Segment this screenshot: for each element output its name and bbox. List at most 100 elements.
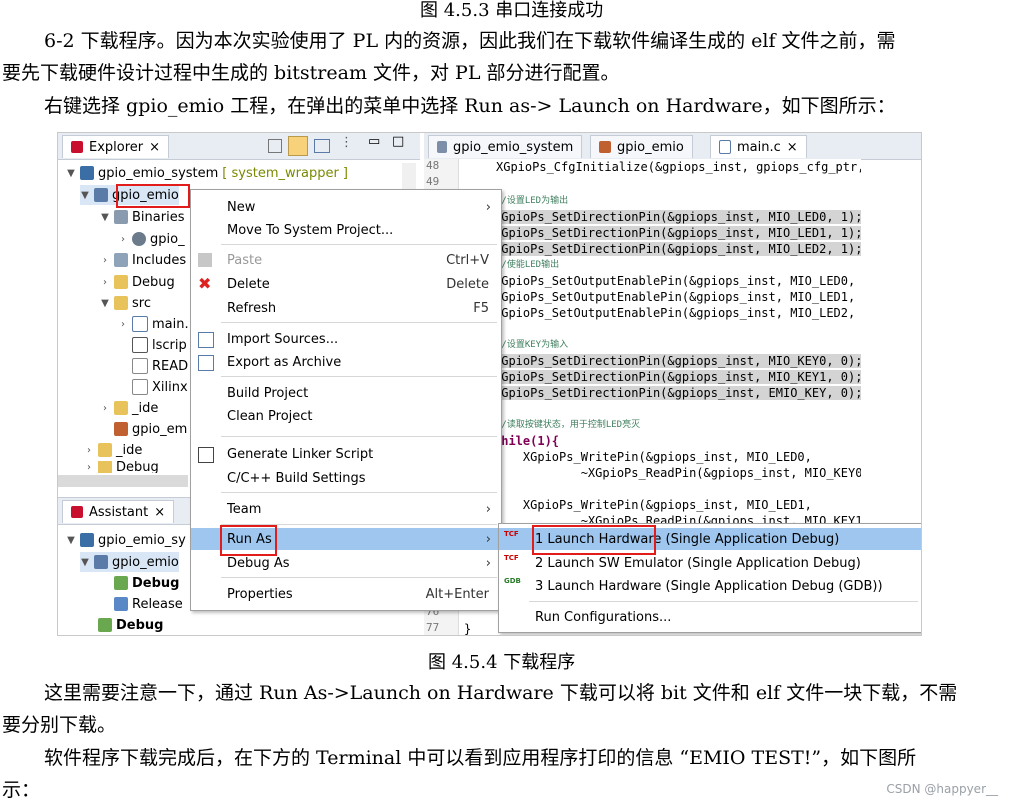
code-line: XGpioPs_SetDirectionPin(&gpiops_inst, EM… bbox=[494, 386, 861, 400]
chevron-down-icon[interactable]: ▼ bbox=[66, 535, 76, 546]
chevron-right-icon[interactable]: › bbox=[84, 462, 94, 473]
tree-label: Debug bbox=[116, 617, 164, 633]
menu-item-export-archive[interactable]: Export as Archive bbox=[191, 351, 501, 373]
tree-label: gpio_ bbox=[150, 231, 185, 247]
menu-item-properties[interactable]: Properties Alt+Enter bbox=[191, 583, 501, 605]
close-icon[interactable]: × bbox=[154, 505, 165, 520]
chevron-right-icon[interactable]: › bbox=[118, 234, 128, 245]
build-config-icon bbox=[98, 618, 112, 632]
menu-item-refresh[interactable]: Refresh F5 bbox=[191, 297, 501, 319]
watermark: CSDN @happyer__ bbox=[886, 782, 998, 796]
view-menu-icon[interactable]: ⋮ bbox=[340, 135, 353, 150]
chevron-right-icon[interactable]: › bbox=[100, 255, 110, 266]
tree-label: Debug bbox=[132, 274, 175, 290]
tab-gpio-emio[interactable]: gpio_emio bbox=[590, 135, 693, 158]
ide-screenshot: Explorer × ⋮ ▭ □ ▼ gpio_emio_system [ sy… bbox=[57, 132, 922, 636]
import-icon bbox=[198, 332, 214, 348]
tree-item[interactable]: Release bbox=[114, 594, 183, 614]
chevron-down-icon[interactable]: ▼ bbox=[80, 557, 90, 568]
submenu-run-configurations[interactable]: Run Configurations... bbox=[499, 606, 921, 628]
build-config-icon bbox=[114, 576, 128, 590]
tree-item[interactable]: › main. bbox=[118, 314, 189, 334]
tree-item[interactable]: gpio_em bbox=[114, 419, 187, 439]
includes-icon bbox=[114, 253, 128, 267]
tab-assistant[interactable]: Assistant × bbox=[62, 500, 175, 523]
tree-item[interactable]: lscrip bbox=[132, 335, 187, 355]
close-icon[interactable]: × bbox=[149, 140, 160, 155]
code-line: XGpioPs_SetDirectionPin(&gpiops_inst, MI… bbox=[494, 226, 861, 240]
launch-tcf-icon: TCF bbox=[504, 530, 519, 538]
tree-item[interactable]: Xilinx bbox=[132, 377, 188, 397]
tab-gpio-emio-system[interactable]: gpio_emio_system bbox=[428, 135, 583, 158]
tree-item[interactable]: Debug bbox=[98, 615, 163, 635]
menu-item-build-settings[interactable]: C/C++ Build Settings bbox=[191, 467, 501, 489]
code-line: XGpioPs_CfgInitialize(&gpiops_inst, gpio… bbox=[496, 160, 861, 174]
editor-tabbar: gpio_emio_system gpio_emio main.c × bbox=[424, 133, 921, 160]
text-file-icon bbox=[132, 358, 148, 374]
chevron-down-icon[interactable]: ▼ bbox=[100, 212, 110, 223]
menu-item-paste[interactable]: Paste Ctrl+V bbox=[191, 249, 501, 271]
tree-label: Includes bbox=[132, 252, 187, 268]
tab-main-c[interactable]: main.c × bbox=[710, 135, 807, 158]
tree-item[interactable]: Debug bbox=[114, 573, 179, 593]
tree-item[interactable]: ▼ gpio_emio_system [ system_wrapper ] bbox=[66, 163, 348, 183]
chevron-right-icon: › bbox=[485, 199, 491, 215]
context-menu: New › Move To System Project... Paste Ct… bbox=[190, 189, 502, 611]
paste-icon bbox=[198, 253, 212, 267]
chevron-down-icon[interactable]: ▼ bbox=[80, 190, 90, 201]
tab-explorer[interactable]: Explorer × bbox=[62, 135, 170, 158]
tree-item[interactable]: ▼ gpio_emio bbox=[80, 552, 179, 572]
tree-item[interactable]: › _ide bbox=[100, 398, 158, 418]
chevron-right-icon[interactable]: › bbox=[118, 319, 128, 330]
chevron-right-icon[interactable]: › bbox=[84, 445, 94, 456]
menu-item-generate-linker[interactable]: Generate Linker Script bbox=[191, 443, 501, 465]
tools-icon bbox=[114, 597, 128, 611]
tree-label: READ bbox=[152, 358, 189, 374]
tree-item[interactable]: › Debug bbox=[100, 272, 175, 292]
menu-item-move-to-system[interactable]: Move To System Project... bbox=[191, 219, 501, 241]
menu-item-debug-as[interactable]: Debug As › bbox=[191, 552, 501, 574]
menu-separator bbox=[221, 436, 497, 437]
submenu-launch-hardware-gdb[interactable]: GDB 3 Launch Hardware (Single Applicatio… bbox=[499, 575, 921, 597]
menu-item-build-project[interactable]: Build Project bbox=[191, 382, 501, 404]
explorer-tabbar: Explorer × ⋮ ▭ □ bbox=[58, 133, 420, 160]
tree-item[interactable]: ▼ src bbox=[100, 293, 151, 313]
export-icon bbox=[198, 355, 214, 371]
menu-item-import-sources[interactable]: Import Sources... bbox=[191, 328, 501, 350]
tree-item[interactable]: ▼ gpio_emio_sy bbox=[66, 530, 186, 550]
chevron-down-icon[interactable]: ▼ bbox=[100, 298, 110, 309]
launch-hardware-suffix: (Single Application Debug) bbox=[665, 531, 840, 547]
line-number: 77 bbox=[426, 621, 440, 634]
chevron-down-icon[interactable]: ▼ bbox=[66, 168, 76, 179]
folder-icon bbox=[114, 296, 128, 310]
horizontal-scrollbar[interactable] bbox=[58, 475, 188, 487]
tree-item[interactable]: ▼ Binaries bbox=[100, 207, 184, 227]
collapse-all-icon[interactable] bbox=[268, 139, 282, 153]
para4-line2: 示： bbox=[2, 779, 41, 801]
maximize-icon[interactable]: □ bbox=[392, 134, 404, 149]
menu-item-delete[interactable]: ✖ Delete Delete bbox=[191, 273, 501, 295]
minimize-icon[interactable]: ▭ bbox=[368, 134, 380, 149]
menu-item-new[interactable]: New › bbox=[191, 196, 501, 218]
code-line: XGpioPs_SetDirectionPin(&gpiops_inst, MI… bbox=[494, 210, 861, 224]
tree-item[interactable]: › Includes bbox=[100, 250, 186, 270]
tree-item[interactable]: READ bbox=[132, 356, 188, 376]
menu-item-clean-project[interactable]: Clean Project bbox=[191, 405, 501, 427]
link-editor-icon[interactable] bbox=[288, 136, 308, 156]
caption-top: 图 4.5.3 串口连接成功 bbox=[420, 0, 604, 21]
system-project-icon bbox=[80, 166, 94, 180]
tree-item[interactable]: › Debug bbox=[84, 461, 159, 473]
menu-separator bbox=[221, 577, 497, 578]
code-line: XGpioPs_SetDirectionPin(&gpiops_inst, MI… bbox=[494, 242, 861, 256]
chevron-right-icon[interactable]: › bbox=[100, 277, 110, 288]
menu-item-team[interactable]: Team › bbox=[191, 498, 501, 520]
tools-icon bbox=[599, 141, 611, 153]
close-icon[interactable]: × bbox=[787, 140, 798, 155]
tree-item[interactable]: › gpio_ bbox=[118, 229, 185, 249]
gear-icon bbox=[132, 232, 146, 246]
submenu-launch-sw-emulator[interactable]: TCF 2 Launch SW Emulator (Single Applica… bbox=[499, 552, 921, 574]
chevron-right-icon[interactable]: › bbox=[100, 403, 110, 414]
tree-item[interactable]: › _ide bbox=[84, 440, 142, 460]
filter-icon[interactable] bbox=[314, 139, 330, 153]
para4-line1: 软件程序下载完成后，在下方的 Terminal 中可以看到应用程序打印的信息 “… bbox=[44, 747, 917, 769]
